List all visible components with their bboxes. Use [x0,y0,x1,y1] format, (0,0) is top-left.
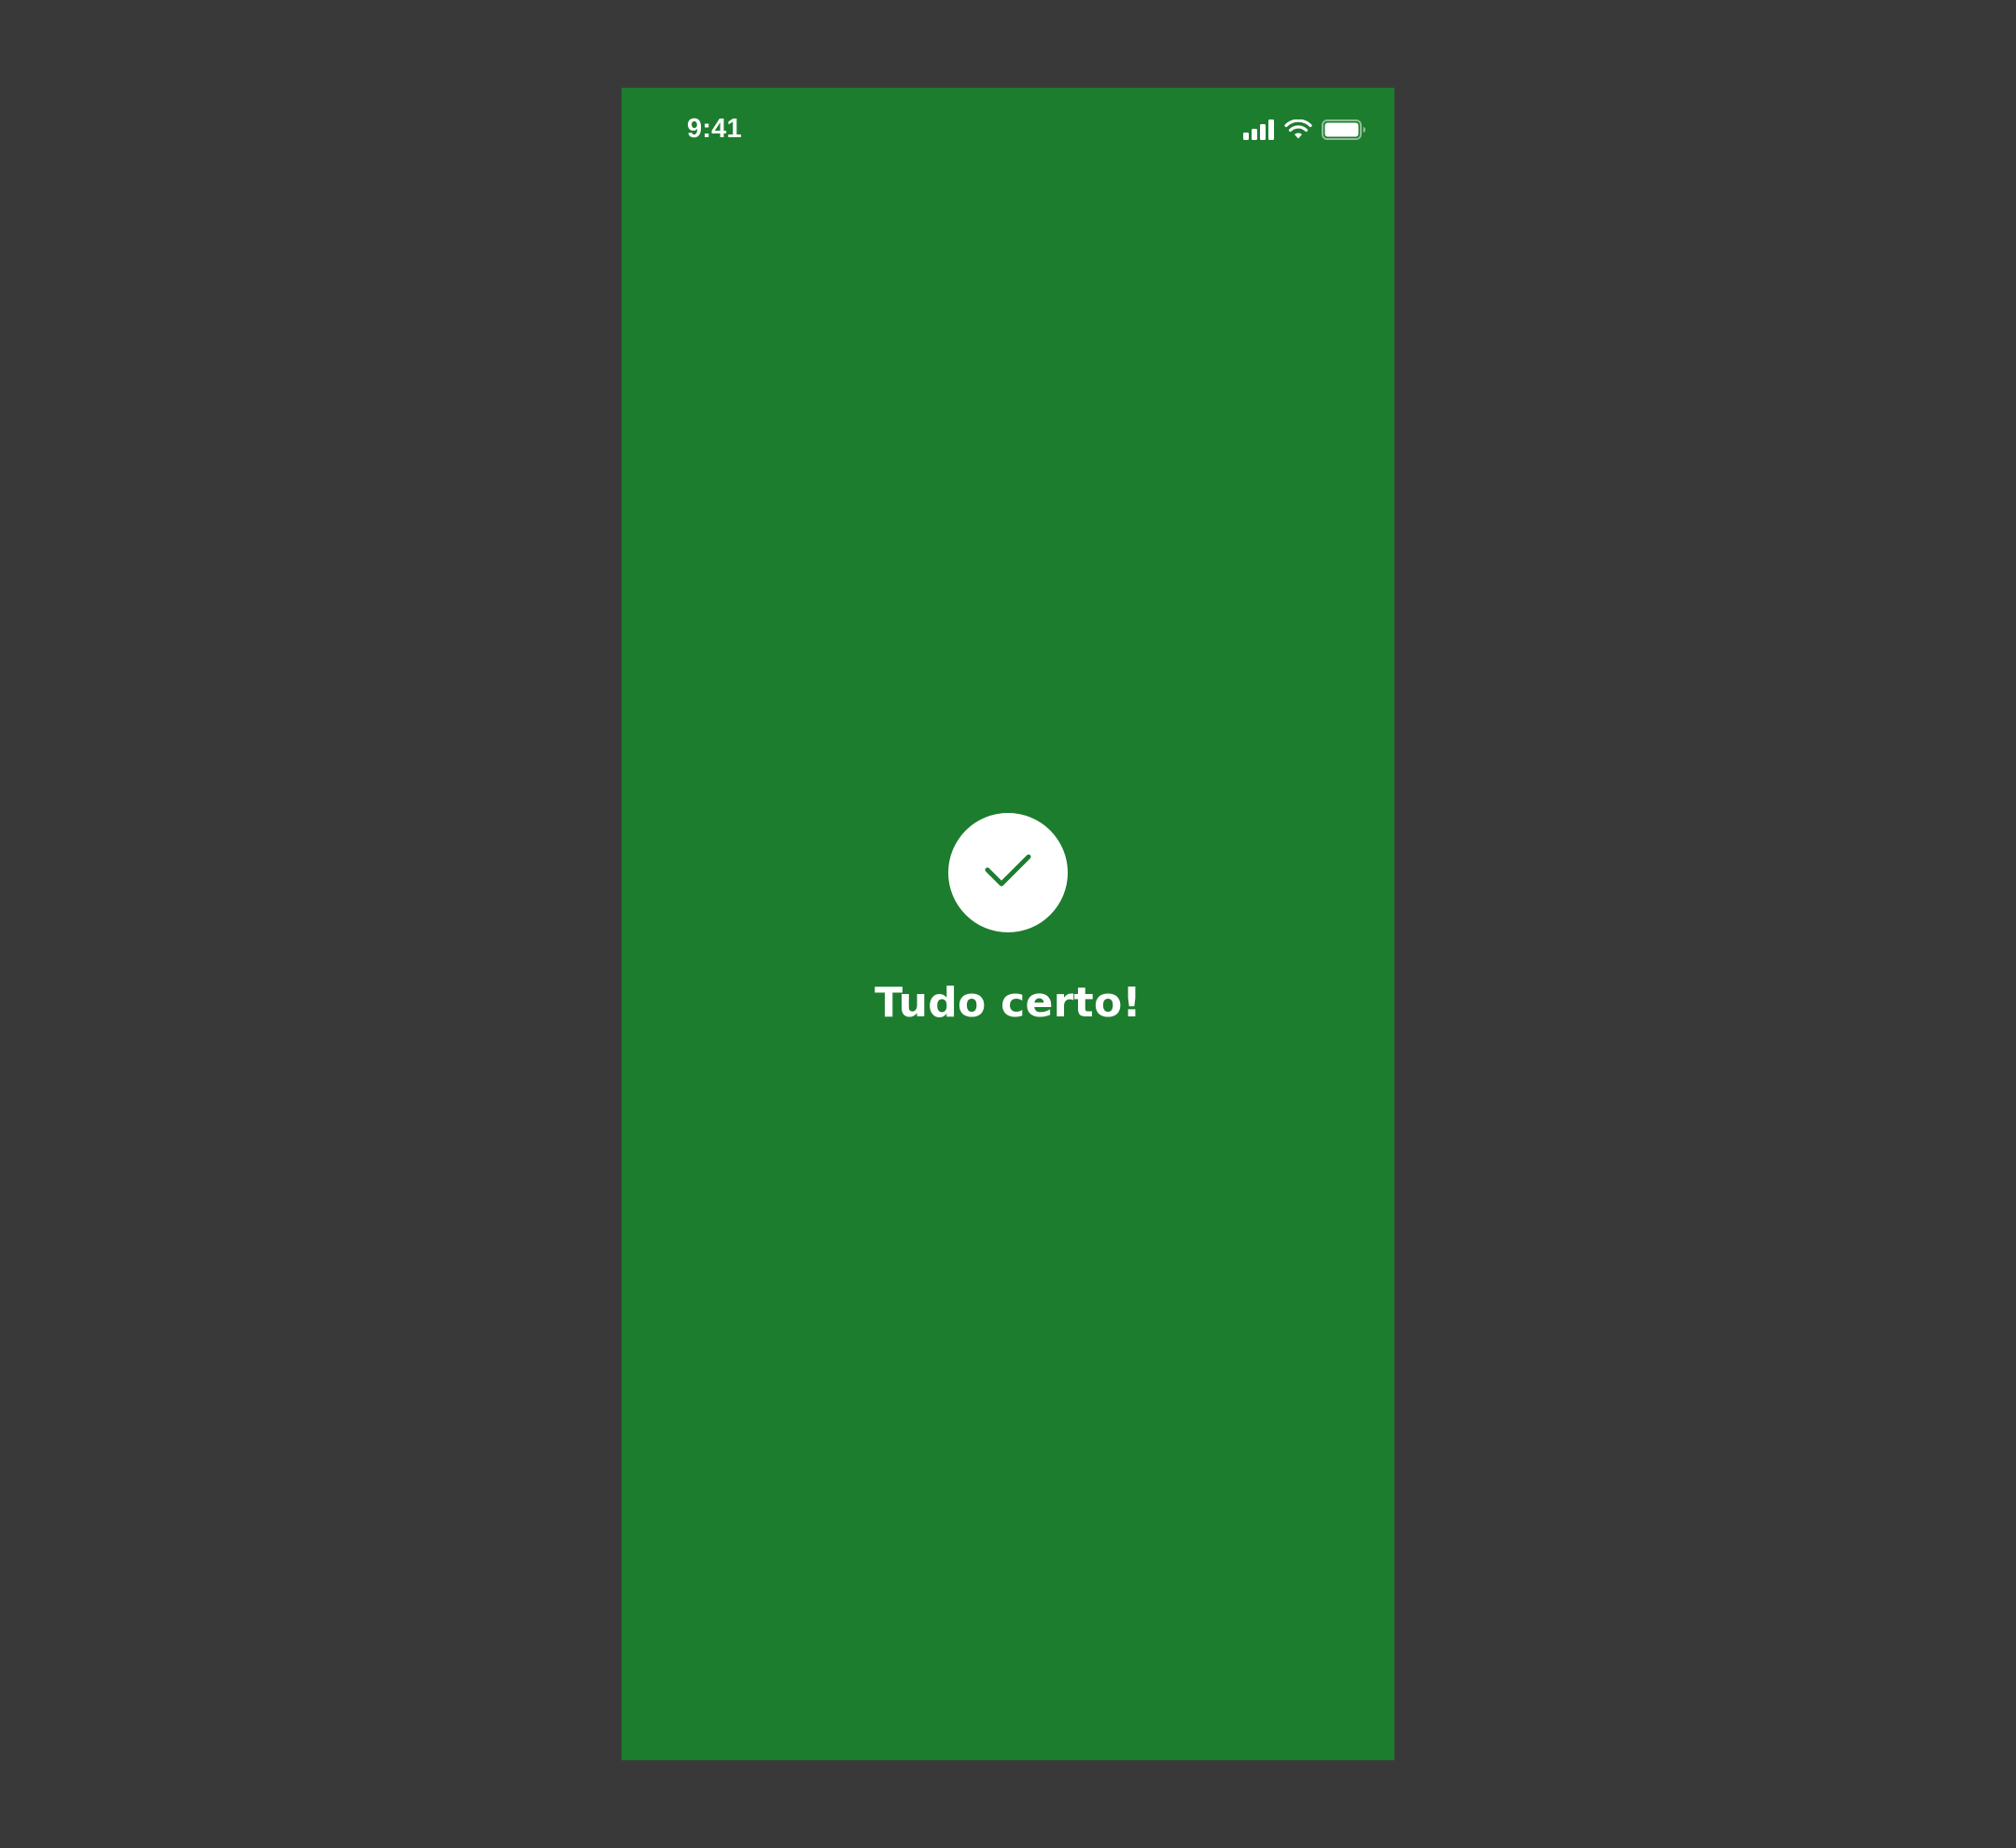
success-check-circle [948,813,1068,932]
wifi-icon [1284,119,1312,140]
status-time: 9:41 [687,114,742,144]
phone-screen: 9:41 Tudo certo! [622,88,1394,1760]
status-bar: 9:41 [622,88,1394,174]
status-icons [1243,119,1366,141]
success-title: Tudo certo! [875,979,1141,1027]
checkmark-icon [985,852,1031,894]
success-message: Tudo certo! [622,813,1394,1027]
cellular-signal-icon [1243,119,1275,140]
battery-icon [1322,119,1366,140]
